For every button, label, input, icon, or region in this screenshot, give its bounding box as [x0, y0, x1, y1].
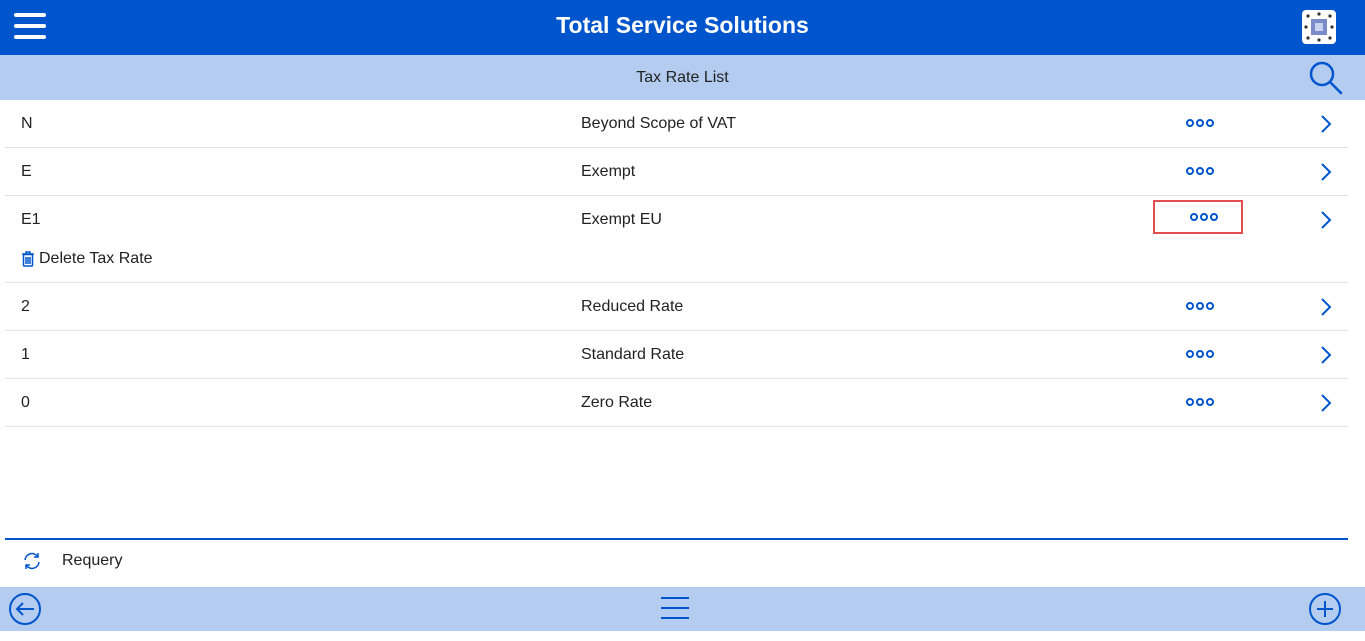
app-title: Total Service Solutions	[556, 12, 809, 38]
requery-button[interactable]: Requery	[22, 551, 122, 571]
tax-description: Exempt	[581, 163, 636, 180]
chevron-right-icon[interactable]	[1317, 209, 1335, 231]
tax-description: Beyond Scope of VAT	[581, 115, 737, 132]
more-options-icon[interactable]	[1185, 113, 1223, 133]
add-icon[interactable]	[1308, 592, 1342, 626]
more-options-icon[interactable]	[1185, 392, 1223, 412]
table-row[interactable]: E Exempt	[5, 148, 1348, 196]
refresh-icon	[24, 552, 40, 570]
list-menu-icon[interactable]	[659, 594, 691, 622]
tax-code: 2	[21, 298, 30, 315]
table-row-expanded[interactable]: E1 Exempt EU Delete Tax Rate	[5, 196, 1348, 283]
tax-description: Exempt EU	[581, 211, 662, 228]
table-row[interactable]: N Beyond Scope of VAT	[5, 100, 1348, 148]
tax-description: Zero Rate	[581, 394, 653, 411]
more-options-icon[interactable]	[1185, 161, 1223, 181]
tax-rate-list: N Beyond Scope of VAT E Exempt E1 Exempt…	[5, 100, 1348, 427]
chevron-right-icon[interactable]	[1317, 113, 1335, 135]
app-logo-icon[interactable]	[1302, 10, 1336, 44]
delete-tax-rate-button[interactable]: Delete Tax Rate	[21, 250, 153, 268]
more-options-icon[interactable]	[1185, 344, 1223, 364]
chevron-right-icon[interactable]	[1317, 392, 1335, 414]
chevron-right-icon[interactable]	[1317, 344, 1335, 366]
table-row[interactable]: 2 Reduced Rate	[5, 283, 1348, 331]
chevron-right-icon[interactable]	[1317, 296, 1335, 318]
divider	[5, 538, 1348, 540]
table-row[interactable]: 0 Zero Rate	[5, 379, 1348, 427]
more-options-icon[interactable]	[1185, 296, 1223, 316]
page-title: Tax Rate List	[636, 69, 729, 86]
search-icon[interactable]	[1305, 58, 1345, 98]
tax-code: 0	[21, 394, 30, 411]
tax-code: N	[21, 115, 33, 132]
top-bar: Total Service Solutions	[0, 0, 1365, 55]
tax-description: Standard Rate	[581, 346, 685, 363]
tax-description: Reduced Rate	[581, 298, 684, 315]
back-arrow-icon[interactable]	[8, 592, 42, 626]
tax-code: 1	[21, 346, 30, 363]
chevron-right-icon[interactable]	[1317, 161, 1335, 183]
tax-code: E	[21, 163, 32, 180]
trash-icon	[22, 251, 34, 267]
requery-label: Requery	[62, 552, 123, 569]
table-row[interactable]: 1 Standard Rate	[5, 331, 1348, 379]
more-options-icon[interactable]	[1153, 200, 1243, 234]
sub-header: Tax Rate List	[0, 55, 1365, 100]
tax-code: E1	[21, 211, 41, 228]
delete-tax-rate-label: Delete Tax Rate	[39, 250, 153, 267]
